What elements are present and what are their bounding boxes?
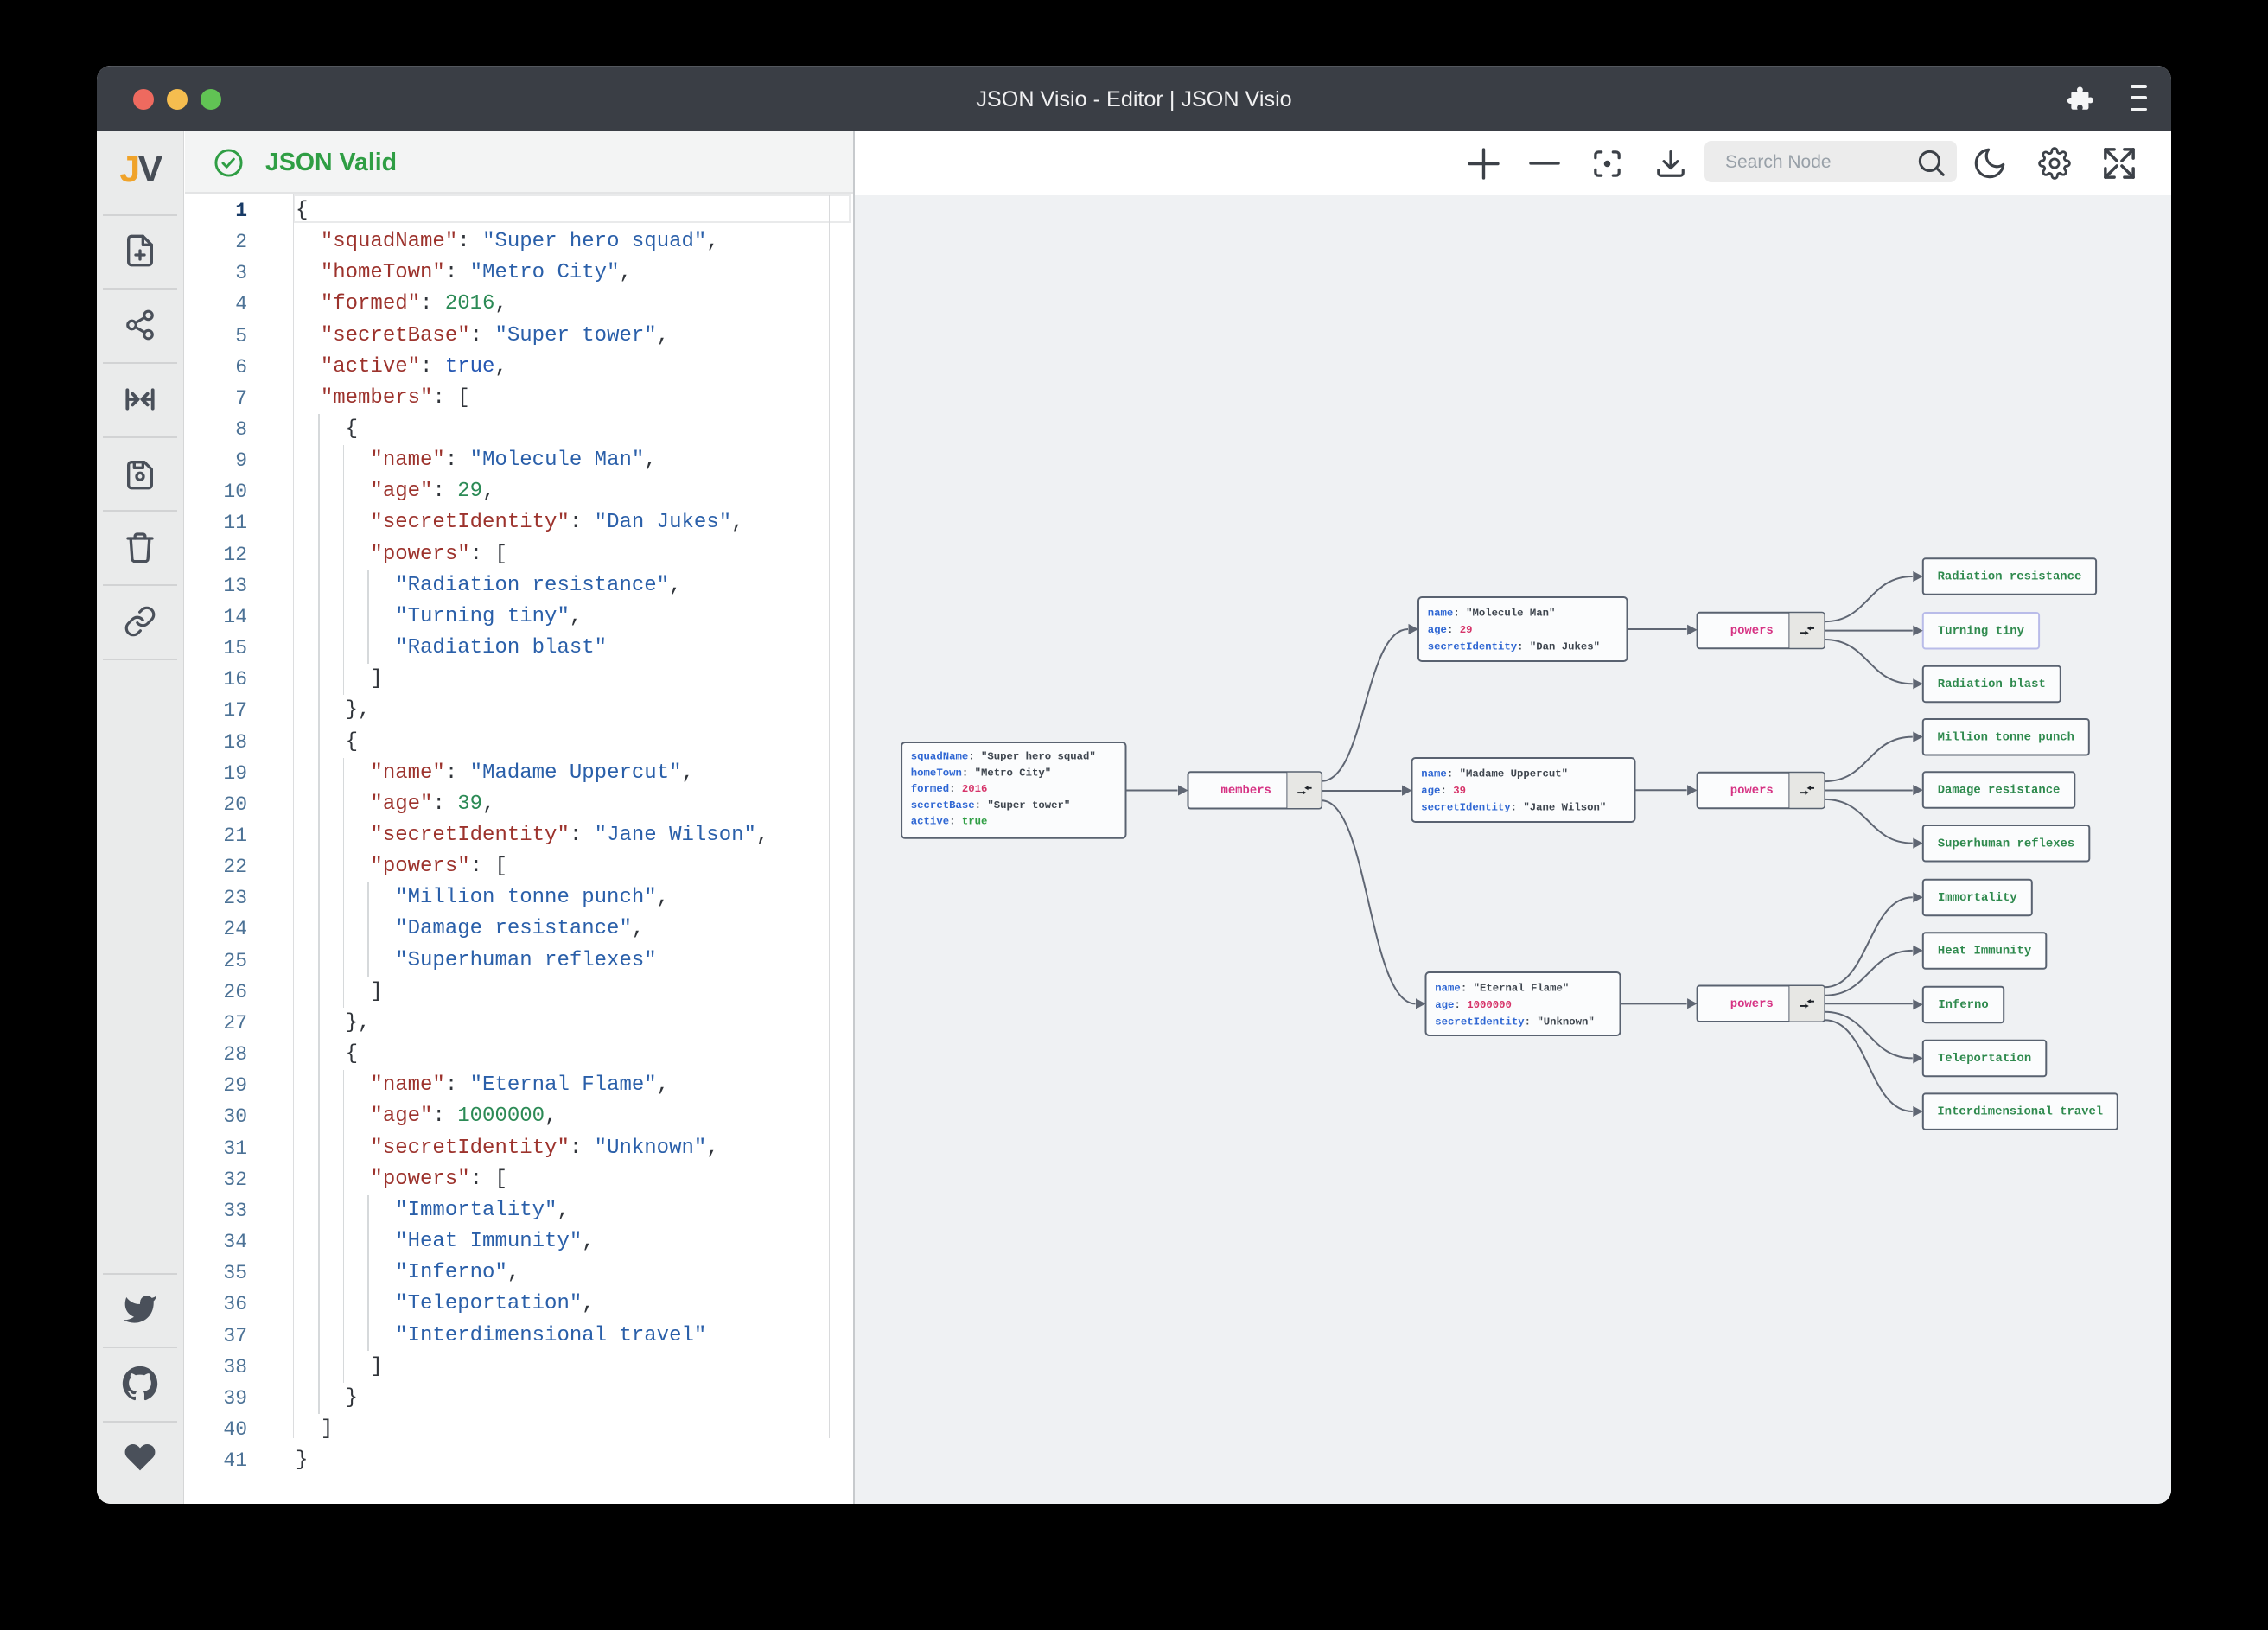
svg-text:powers: powers [1730,784,1773,798]
svg-text:Inferno: Inferno [1938,998,1988,1012]
svg-text:members: members [1220,784,1271,798]
svg-text:name: "Molecule Man": name: "Molecule Man" [1427,607,1555,619]
svg-text:Million tonne punch: Million tonne punch [1937,730,2074,744]
svg-text:Damage resistance: Damage resistance [1937,784,2060,798]
svg-text:secretIdentity: "Unknown": secretIdentity: "Unknown" [1435,1016,1595,1028]
svg-text:formed: 2016: formed: 2016 [910,783,987,795]
svg-text:active: true: active: true [910,816,987,828]
svg-text:homeTown: "Metro City": homeTown: "Metro City" [910,767,1050,779]
svg-text:Superhuman reflexes: Superhuman reflexes [1937,837,2074,850]
svg-text:age: 1000000: age: 1000000 [1435,999,1512,1011]
svg-text:age: 39: age: 39 [1421,785,1466,797]
svg-text:powers: powers [1730,624,1773,638]
svg-text:Interdimensional travel: Interdimensional travel [1937,1105,2103,1119]
svg-text:secretIdentity: "Jane Wilson": secretIdentity: "Jane Wilson" [1421,802,1606,814]
svg-text:Immortality: Immortality [1937,891,2016,905]
svg-text:secretIdentity: "Dan Jukes": secretIdentity: "Dan Jukes" [1427,641,1599,653]
svg-text:age: 29: age: 29 [1427,624,1472,636]
svg-text:name: "Madame Uppercut": name: "Madame Uppercut" [1421,767,1568,780]
svg-text:secretBase: "Super tower": secretBase: "Super tower" [910,799,1070,812]
svg-text:Turning tiny: Turning tiny [1937,624,2024,638]
svg-text:Radiation blast: Radiation blast [1937,678,2045,691]
svg-text:powers: powers [1730,997,1773,1011]
svg-text:squadName: "Super hero squad": squadName: "Super hero squad" [910,751,1095,763]
svg-text:Heat Immunity: Heat Immunity [1937,945,2031,958]
svg-text:Radiation resistance: Radiation resistance [1937,570,2081,584]
svg-text:name: "Eternal Flame": name: "Eternal Flame" [1435,982,1569,994]
svg-text:Teleportation: Teleportation [1937,1052,2030,1066]
